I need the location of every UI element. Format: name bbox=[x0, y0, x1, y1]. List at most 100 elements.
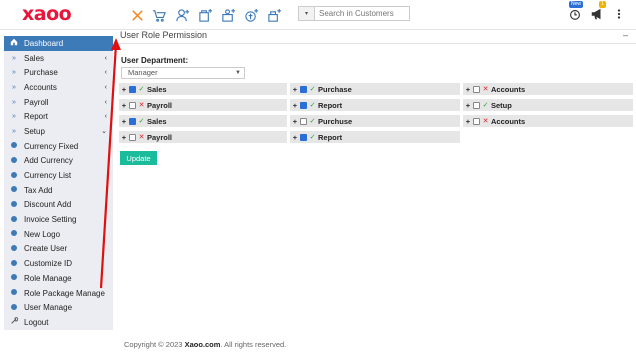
chevron-down-icon: ▼ bbox=[235, 70, 241, 76]
sidebar-item-label: Report bbox=[24, 112, 49, 122]
sidebar-item-currency-fixed[interactable]: Currency Fixed bbox=[4, 139, 113, 154]
cross-icon: ✕ bbox=[482, 118, 489, 125]
sidebar-item-logout[interactable]: Logout bbox=[4, 315, 113, 330]
permission-checkbox[interactable] bbox=[473, 117, 480, 125]
sidebar-item-label: Add Currency bbox=[24, 156, 73, 166]
double-chevron-icon: » bbox=[12, 127, 16, 135]
page-title: User Role Permission bbox=[120, 30, 208, 40]
permission-checkbox[interactable] bbox=[129, 117, 136, 125]
sidebar-item-discount-add[interactable]: Discount Add bbox=[4, 198, 113, 213]
permission-name: Accounts bbox=[491, 84, 526, 94]
expand-icon[interactable]: + bbox=[119, 85, 129, 94]
clock-icon[interactable] bbox=[568, 7, 582, 21]
cross-icon: ✕ bbox=[138, 134, 145, 141]
sidebar-item-purchase[interactable]: » Purchase ‹ bbox=[4, 65, 113, 80]
sidebar-item-invoice-setting[interactable]: Invoice Setting bbox=[4, 212, 113, 227]
permission-name: Payroll bbox=[147, 100, 173, 110]
main-content: User Role Permission – User Department: … bbox=[116, 30, 636, 357]
permission-row: + ✕ Accounts bbox=[463, 115, 633, 127]
expand-icon[interactable]: + bbox=[463, 101, 473, 110]
permission-checkbox[interactable] bbox=[300, 85, 307, 93]
sidebar-item-label: Payroll bbox=[24, 97, 49, 107]
department-value: Manager bbox=[128, 68, 158, 77]
add-user-icon[interactable] bbox=[173, 6, 191, 24]
brand-logo[interactable]: xaoo bbox=[22, 3, 72, 25]
expand-icon[interactable]: + bbox=[119, 117, 129, 126]
circle-icon bbox=[9, 200, 19, 209]
add-expense-icon[interactable] bbox=[265, 6, 283, 24]
chevron-icon[interactable]: ‹ bbox=[105, 99, 107, 106]
chevron-icon[interactable]: ‹ bbox=[105, 69, 107, 76]
sidebar-item-label: Discount Add bbox=[24, 200, 72, 210]
close-icon[interactable] bbox=[128, 6, 146, 24]
search-category-dropdown[interactable]: ▾ bbox=[298, 6, 314, 21]
sidebar-item-customize-id[interactable]: Customize ID bbox=[4, 256, 113, 271]
permission-checkbox[interactable] bbox=[129, 85, 136, 93]
expand-icon[interactable]: + bbox=[119, 101, 129, 110]
search-bar: ▾ bbox=[298, 6, 410, 22]
circle-icon bbox=[9, 186, 19, 194]
sidebar-item-label: Dashboard bbox=[24, 38, 64, 48]
sidebar-item-role-package-manage[interactable]: Role Package Manage bbox=[4, 286, 113, 301]
more-vertical-icon[interactable] bbox=[612, 7, 626, 21]
department-label: User Department: bbox=[121, 56, 189, 65]
permission-checkbox[interactable] bbox=[300, 101, 307, 109]
sidebar-item-label: New Logo bbox=[24, 229, 61, 239]
permission-checkbox[interactable] bbox=[473, 101, 480, 109]
title-divider bbox=[116, 43, 636, 44]
megaphone-icon[interactable] bbox=[590, 7, 604, 21]
permission-row: + ✓ Sales bbox=[119, 83, 287, 95]
sidebar-item-accounts[interactable]: » Accounts ‹ bbox=[4, 80, 113, 95]
add-purchase-icon[interactable] bbox=[196, 6, 214, 24]
footer-brand[interactable]: Xaoo.com bbox=[185, 340, 221, 349]
permission-checkbox[interactable] bbox=[129, 133, 136, 141]
permission-row: + ✓ Sales bbox=[119, 115, 287, 127]
permission-row: + ✓ Setup bbox=[463, 99, 633, 111]
chevron-icon[interactable]: ‹ bbox=[105, 113, 107, 120]
sidebar-item-new-logo[interactable]: New Logo bbox=[4, 227, 113, 242]
permission-name: Purchase bbox=[318, 84, 352, 94]
home-icon bbox=[9, 38, 19, 48]
expand-icon[interactable]: + bbox=[290, 85, 300, 94]
expand-icon[interactable]: + bbox=[119, 133, 129, 142]
sidebar-item-sales[interactable]: » Sales ‹ bbox=[4, 51, 113, 66]
minimize-button[interactable]: – bbox=[623, 30, 628, 40]
sidebar-item-currency-list[interactable]: Currency List bbox=[4, 168, 113, 183]
permission-name: Sales bbox=[147, 116, 167, 126]
dropdown-caret: ▾ bbox=[304, 11, 308, 17]
chevron-icon[interactable]: ‹ bbox=[105, 55, 107, 62]
sidebar-item-label: Currency Fixed bbox=[24, 141, 79, 151]
chevron-icon[interactable]: ‹ bbox=[105, 84, 107, 91]
sidebar-item-payroll[interactable]: » Payroll ‹ bbox=[4, 95, 113, 110]
add-payment-icon[interactable] bbox=[242, 6, 260, 24]
permission-checkbox[interactable] bbox=[300, 133, 307, 141]
department-select[interactable]: Manager ▼ bbox=[121, 67, 245, 79]
expand-icon[interactable]: + bbox=[290, 101, 300, 110]
permission-row: + ✕ Payroll bbox=[119, 131, 287, 143]
sidebar-item-setup[interactable]: » Setup ⌄ bbox=[4, 124, 113, 139]
sidebar-item-create-user[interactable]: Create User bbox=[4, 242, 113, 257]
sidebar-item-dashboard[interactable]: Dashboard bbox=[4, 36, 113, 51]
sidebar-item-user-manage[interactable]: User Manage bbox=[4, 300, 113, 315]
permission-checkbox[interactable] bbox=[129, 101, 136, 109]
cart-icon[interactable] bbox=[150, 6, 168, 24]
circle-icon bbox=[9, 215, 19, 224]
sidebar-item-role-manage[interactable]: Role Manage bbox=[4, 271, 113, 286]
expand-icon[interactable]: + bbox=[290, 117, 300, 126]
chevron-icon[interactable]: ⌄ bbox=[101, 127, 107, 135]
expand-icon[interactable]: + bbox=[463, 117, 473, 126]
add-supplier-icon[interactable] bbox=[219, 6, 237, 24]
sidebar-item-tax-add[interactable]: Tax Add bbox=[4, 183, 113, 198]
notification-badge: 1 bbox=[599, 1, 606, 8]
sidebar-item-report[interactable]: » Report ‹ bbox=[4, 109, 113, 124]
expand-icon[interactable]: + bbox=[290, 133, 300, 142]
permission-checkbox[interactable] bbox=[300, 117, 307, 125]
permission-row: + ✕ Payroll bbox=[119, 99, 287, 111]
expand-icon[interactable]: + bbox=[463, 85, 473, 94]
search-input[interactable] bbox=[314, 6, 410, 21]
circle-icon bbox=[9, 230, 19, 238]
permission-checkbox[interactable] bbox=[473, 85, 480, 93]
update-button[interactable]: Update bbox=[120, 151, 157, 165]
footer-prefix: Copyright © 2023 bbox=[124, 340, 185, 349]
sidebar-item-add-currency[interactable]: Add Currency bbox=[4, 154, 113, 169]
